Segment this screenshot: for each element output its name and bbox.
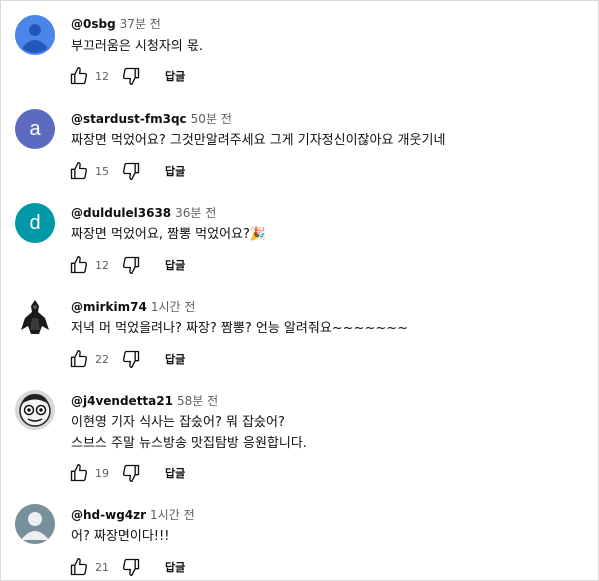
avatar[interactable]	[15, 296, 55, 336]
comment-time[interactable]: 58분 전	[177, 394, 218, 408]
comment-text-line: 부끄러움은 시청자의 몫.	[71, 39, 203, 54]
like-count: 19	[95, 466, 109, 480]
comment-header: @hd-wg4zr 1시간 전	[71, 506, 195, 523]
comment-author[interactable]: @duldulel3638	[71, 206, 171, 220]
like-button[interactable]	[67, 347, 91, 371]
thumbs-up-icon	[70, 350, 88, 368]
comment-time[interactable]: 1시간 전	[150, 508, 195, 522]
thumbs-down-icon	[122, 256, 140, 274]
comment-header: @0sbg 37분 전	[71, 15, 161, 32]
comment-header: @duldulel3638 36분 전	[71, 204, 216, 221]
thumbs-down-icon	[122, 350, 140, 368]
avatar[interactable]	[15, 504, 55, 544]
like-count: 21	[95, 560, 109, 574]
dislike-button[interactable]	[119, 555, 143, 579]
comment-text: 짜장면 먹었어요, 짬뽕 먹었어요?🎉	[71, 224, 266, 245]
comment-actions: 12 답글	[67, 64, 185, 88]
comment-text-line: 짜장면 먹었어요, 짬뽕 먹었어요?	[71, 227, 250, 242]
comment-text-line: 어? 짜장면이다!!!	[71, 529, 170, 544]
comment-author[interactable]: @j4vendetta21	[71, 394, 173, 408]
like-button[interactable]	[67, 461, 91, 485]
thumbs-down-icon	[122, 464, 140, 482]
user-silhouette-icon	[15, 504, 55, 544]
comment-header: @j4vendetta21 58분 전	[71, 392, 218, 409]
avatar-letter: a	[29, 117, 41, 140]
comment-author[interactable]: @0sbg	[71, 17, 116, 31]
comment-text-line: 짜장면 먹었어요? 그것만알려주세요 그게 기자정신이잖아요 개웃기네	[71, 133, 446, 148]
dislike-button[interactable]	[119, 159, 143, 183]
dislike-button[interactable]	[119, 347, 143, 371]
like-count: 15	[95, 164, 109, 178]
comment-header: @stardust-fm3qc 50분 전	[71, 110, 232, 127]
thumbs-up-icon	[70, 464, 88, 482]
comment-author[interactable]: @stardust-fm3qc	[71, 112, 187, 126]
dark-figure-icon	[15, 296, 55, 336]
comment-text-line: 저녁 머 먹었을려나? 짜장? 짬뽕? 언능 알려줘요~~~~~~~	[71, 321, 409, 336]
like-button[interactable]	[67, 555, 91, 579]
avatar-letter: d	[29, 211, 41, 234]
thumbs-up-icon	[70, 558, 88, 576]
user-silhouette-icon	[15, 15, 55, 55]
thumbs-up-icon	[70, 256, 88, 274]
thumbs-down-icon	[122, 558, 140, 576]
comment-author[interactable]: @mirkim74	[71, 300, 147, 314]
like-button[interactable]	[67, 64, 91, 88]
comment-author[interactable]: @hd-wg4zr	[71, 508, 146, 522]
thumbs-down-icon	[122, 67, 140, 86]
reply-button[interactable]: 답글	[165, 257, 185, 273]
comment-text: 저녁 머 먹었을려나? 짜장? 짬뽕? 언능 알려줘요~~~~~~~	[71, 318, 408, 339]
thumbs-up-icon	[70, 67, 88, 85]
comment-time[interactable]: 36분 전	[175, 206, 216, 220]
comment-actions: 22 답글	[67, 347, 185, 371]
comment-text-line: 이현영 기자 식사는 잡숬어? 뭐 잡숬어?	[71, 415, 285, 430]
comment-actions: 15 답글	[67, 159, 185, 183]
like-count: 22	[95, 352, 109, 366]
dislike-button[interactable]	[119, 64, 143, 88]
reply-button[interactable]: 답글	[165, 559, 185, 575]
like-count: 12	[95, 258, 109, 272]
like-count: 12	[95, 69, 109, 83]
dislike-button[interactable]	[119, 253, 143, 277]
avatar[interactable]	[15, 15, 55, 55]
reply-button[interactable]: 답글	[165, 163, 185, 179]
reply-button[interactable]: 답글	[165, 68, 185, 84]
avatar[interactable]: d	[15, 203, 55, 243]
comment-text-line: 스브스 주말 뉴스방송 맛집탐방 응원합니다.	[71, 436, 307, 451]
comment-text: 이현영 기자 식사는 잡숬어? 뭐 잡숬어? 스브스 주말 뉴스방송 맛집탐방 …	[71, 412, 307, 454]
comment-actions: 19 답글	[67, 461, 185, 485]
avatar[interactable]	[15, 390, 55, 430]
avatar[interactable]: a	[15, 109, 55, 149]
party-popper-emoji: 🎉	[249, 227, 267, 242]
comment-text: 어? 짜장면이다!!!	[71, 526, 169, 547]
comment-actions: 21 답글	[67, 555, 185, 579]
like-button[interactable]	[67, 159, 91, 183]
comment-text: 짜장면 먹었어요? 그것만알려주세요 그게 기자정신이잖아요 개웃기네	[71, 130, 445, 151]
comment-time[interactable]: 1시간 전	[151, 300, 196, 314]
like-button[interactable]	[67, 253, 91, 277]
dislike-button[interactable]	[119, 461, 143, 485]
comment-time[interactable]: 37분 전	[120, 17, 161, 31]
reply-button[interactable]: 답글	[165, 351, 185, 367]
cartoon-face-icon	[15, 390, 55, 430]
thumbs-up-icon	[70, 162, 88, 180]
comment-header: @mirkim74 1시간 전	[71, 298, 195, 315]
comments-panel: @0sbg 37분 전 부끄러움은 시청자의 몫. 12 답글 a @stardu…	[0, 0, 599, 581]
thumbs-down-icon	[122, 162, 140, 180]
comment-text: 부끄러움은 시청자의 몫.	[71, 36, 203, 57]
comment-actions: 12 답글	[67, 253, 185, 277]
comment-time[interactable]: 50분 전	[191, 112, 232, 126]
reply-button[interactable]: 답글	[165, 465, 185, 481]
